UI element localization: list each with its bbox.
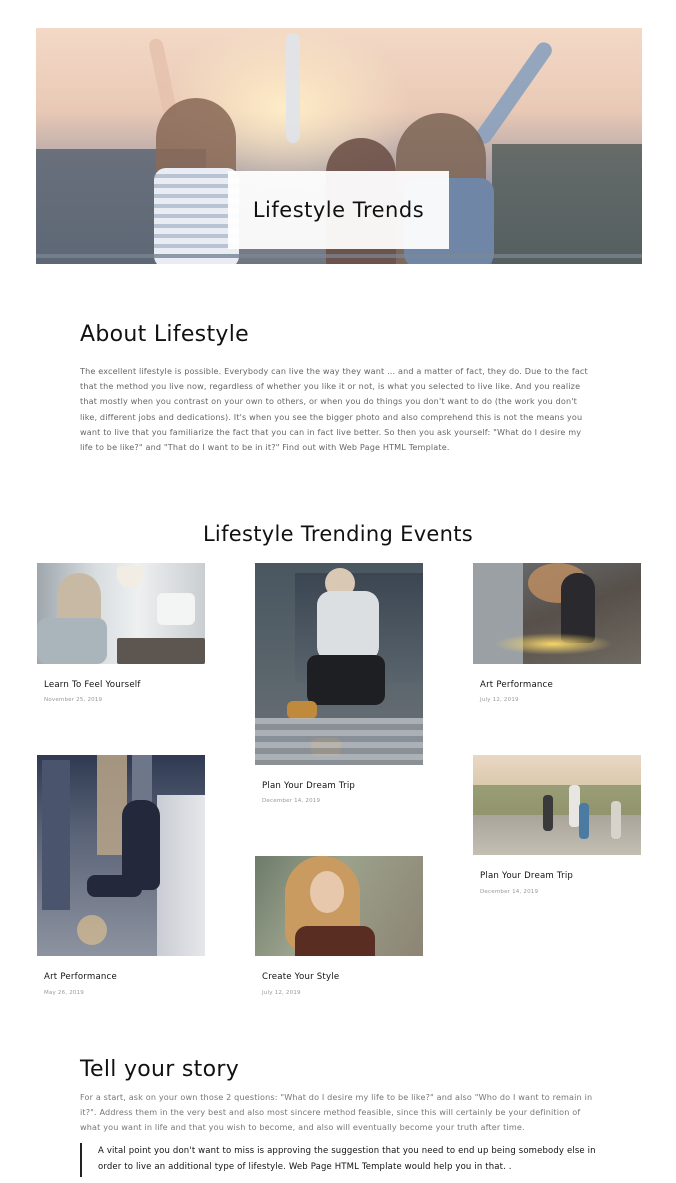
hero-striped-shirt	[154, 168, 239, 264]
event-image-rooftop[interactable]	[37, 755, 205, 956]
event-date: November 25, 2019	[44, 697, 103, 703]
event-card[interactable]: Art Performance May 26, 2019	[37, 755, 205, 1000]
event-card[interactable]: Plan Your Dream Trip December 14, 2019	[473, 755, 641, 900]
event-date: December 14, 2019	[262, 798, 321, 804]
event-title[interactable]: Plan Your Dream Trip	[480, 871, 573, 881]
event-title[interactable]: Art Performance	[44, 972, 117, 982]
hero-railing	[36, 254, 642, 258]
events-heading: Lifestyle Trending Events	[202, 522, 474, 546]
event-card[interactable]: Create Your Style July 12, 2019	[255, 856, 423, 1001]
event-title[interactable]: Art Performance	[480, 680, 553, 690]
hero-raised-arm	[473, 39, 555, 147]
story-quote: A vital point you don't want to miss is …	[80, 1143, 600, 1177]
about-heading: About Lifestyle	[80, 322, 249, 347]
story-text: For a start, ask on your own those 2 que…	[80, 1092, 593, 1133]
event-image-road-walk[interactable]	[473, 755, 641, 855]
hero-title-box: Lifestyle Trends	[228, 171, 449, 249]
hero-title: Lifestyle Trends	[252, 198, 425, 222]
event-card[interactable]: Learn To Feel Yourself November 25, 2019	[37, 563, 205, 713]
event-title[interactable]: Plan Your Dream Trip	[262, 781, 355, 791]
event-title[interactable]: Learn To Feel Yourself	[44, 680, 141, 690]
event-image-sofa[interactable]	[37, 563, 205, 664]
hero-banner: Lifestyle Trends	[36, 28, 642, 264]
hero-trees-right	[492, 144, 642, 264]
event-date: July 12, 2019	[480, 697, 519, 703]
about-text: The excellent lifestyle is possible. Eve…	[80, 366, 588, 453]
hero-raised-arm	[286, 33, 300, 143]
event-card[interactable]: Art Performance July 12, 2019	[473, 563, 641, 713]
event-card[interactable]: Plan Your Dream Trip December 14, 2019	[255, 563, 423, 808]
event-image-stairs[interactable]	[255, 563, 423, 765]
event-image-sparkler[interactable]	[473, 563, 641, 664]
event-date: July 12, 2019	[262, 990, 301, 996]
event-image-curly-hair[interactable]	[255, 856, 423, 956]
event-title[interactable]: Create Your Style	[262, 972, 339, 982]
event-date: December 14, 2019	[480, 889, 539, 895]
event-date: May 26, 2019	[44, 990, 85, 996]
story-heading: Tell your story	[80, 1057, 240, 1082]
